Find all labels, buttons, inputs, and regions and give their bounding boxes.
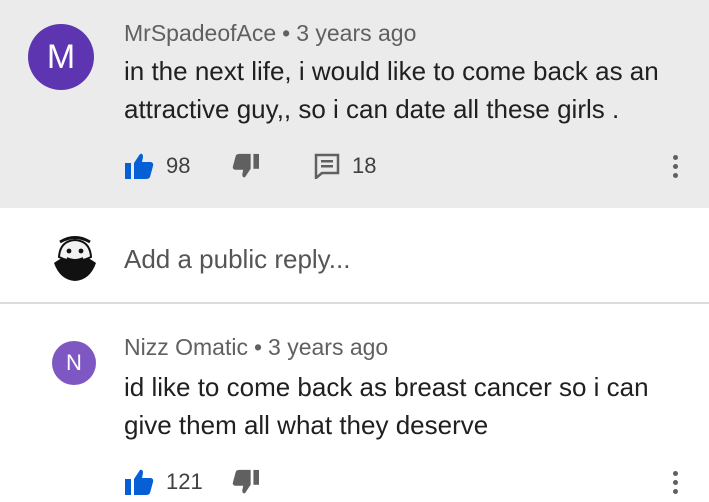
timestamp: 3 years ago <box>268 334 389 360</box>
meta-separator: • <box>282 20 291 46</box>
comment: N Nizz Omatic • 3 years ago id like to com… <box>0 302 709 500</box>
user-avatar-icon <box>50 233 100 283</box>
thumb-down-icon <box>232 469 260 495</box>
reply-box <box>0 208 709 302</box>
comment-highlighted: M MrSpadeofAce • 3 years ago in the next l… <box>0 0 709 208</box>
reply-count: 18 <box>352 153 377 178</box>
avatar[interactable]: N <box>52 341 96 385</box>
more-vert-icon[interactable] <box>665 146 685 186</box>
comment-text: id like to come back as breast cancer so… <box>124 372 649 440</box>
thumb-up-icon <box>124 152 154 180</box>
comment-meta: Nizz Omatic • 3 years ago <box>124 334 388 361</box>
dislike-button[interactable] <box>232 153 314 179</box>
meta-separator: • <box>253 334 263 360</box>
comment-icon <box>314 153 340 179</box>
thumb-down-icon <box>232 153 260 179</box>
comment-actions: 98 18 <box>124 146 376 186</box>
author-name[interactable]: MrSpadeofAce <box>124 20 276 46</box>
reply-count-button[interactable]: 18 <box>314 153 376 179</box>
thumb-up-icon <box>124 468 154 496</box>
more-vert-icon[interactable] <box>665 462 685 502</box>
reply-input[interactable] <box>124 244 664 275</box>
like-button[interactable]: 121 <box>124 468 232 496</box>
timestamp: 3 years ago <box>296 20 417 46</box>
dislike-button[interactable] <box>232 469 260 495</box>
avatar[interactable]: M <box>28 24 94 90</box>
comment-text: in the next life, i would like to come b… <box>124 56 659 124</box>
like-button[interactable]: 98 <box>124 152 232 180</box>
like-count: 98 <box>166 153 191 178</box>
comment-meta: MrSpadeofAce • 3 years ago <box>124 20 416 47</box>
comment-actions: 121 <box>124 462 260 502</box>
like-count: 121 <box>166 469 203 494</box>
author-name[interactable]: Nizz Omatic <box>124 334 248 360</box>
